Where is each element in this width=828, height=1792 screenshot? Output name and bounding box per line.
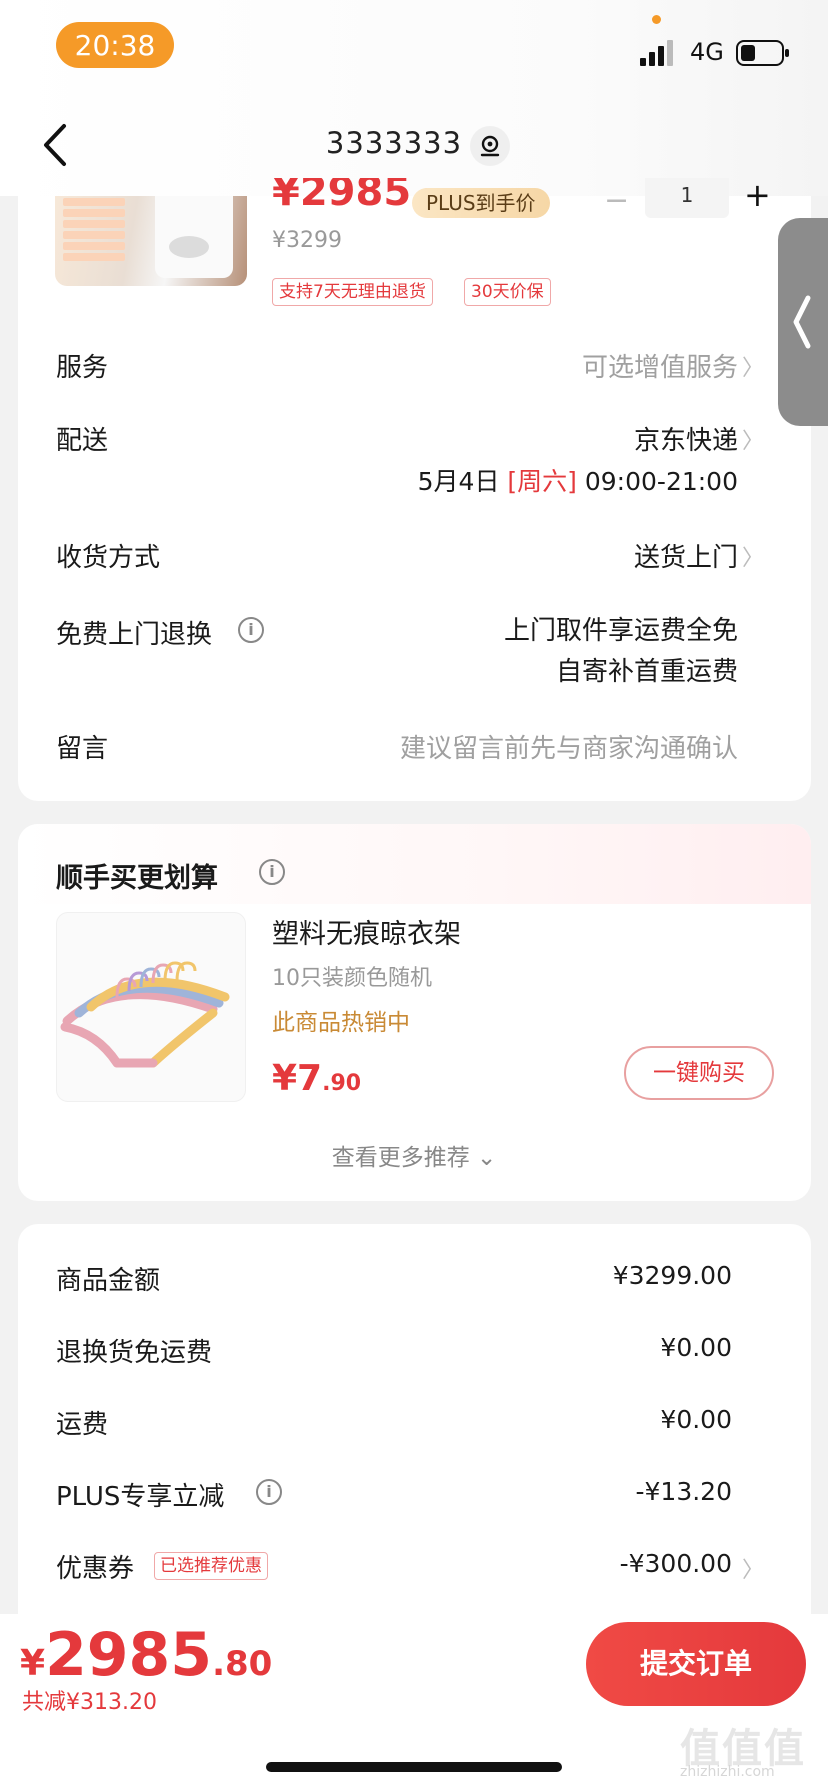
free-return-line2: 自寄补首重运费 xyxy=(555,657,738,687)
delivery-window: 09:00-21:00 xyxy=(584,467,738,496)
quantity-increase-button[interactable]: + xyxy=(744,176,771,214)
recommend-title: 顺手买更划算 xyxy=(56,863,218,894)
status-time: 20:38 xyxy=(56,22,174,68)
message-input[interactable]: 建议留言前先与商家沟通确认 xyxy=(400,728,738,765)
chevron-right-icon: 〉 xyxy=(741,429,764,454)
plus-price-badge: PLUS到手价 xyxy=(412,188,550,218)
product-price: ¥2985.8 xyxy=(272,178,435,215)
summary-label: 商品金额 xyxy=(56,1266,161,1296)
message-label: 留言 xyxy=(56,734,109,764)
recommend-product-name[interactable]: 塑料无痕晾衣架 xyxy=(272,912,461,951)
delivery-label: 配送 xyxy=(56,426,109,456)
recording-indicator-icon xyxy=(652,15,661,24)
chevron-right-icon: 〉 xyxy=(741,1558,764,1583)
service-label: 服务 xyxy=(56,353,109,383)
home-indicator[interactable] xyxy=(266,1762,562,1772)
product-thumbnail[interactable] xyxy=(55,196,247,286)
delivery-date: 5月4日 xyxy=(417,467,500,496)
one-click-buy-button[interactable]: 一键购买 xyxy=(624,1046,774,1100)
delivery-carrier[interactable]: 京东快递 xyxy=(634,420,738,457)
summary-label: 退换货免运费 xyxy=(56,1338,213,1368)
chevron-left-icon xyxy=(793,295,811,349)
summary-value: ¥0.00 xyxy=(660,1405,732,1434)
free-return-label: 免费上门退换 xyxy=(56,620,213,650)
receive-method-label: 收货方式 xyxy=(56,543,161,573)
more-recommendations-link[interactable]: 查看更多推荐 ⌄ xyxy=(0,1138,828,1172)
total-price: ¥2985.80 xyxy=(20,1620,273,1690)
signal-icon xyxy=(640,40,673,66)
info-icon[interactable]: i xyxy=(259,859,285,885)
side-drawer-handle[interactable] xyxy=(778,218,828,426)
quantity-input[interactable]: 1 xyxy=(645,178,729,218)
recommend-product-spec: 10只装颜色随机 xyxy=(272,966,432,991)
info-icon[interactable]: i xyxy=(256,1479,282,1505)
submit-order-button[interactable]: 提交订单 xyxy=(586,1622,806,1706)
chevron-right-icon: 〉 xyxy=(741,356,764,381)
price-protect-tag: 30天价保 xyxy=(464,278,551,306)
chevron-right-icon: 〉 xyxy=(741,546,764,571)
return-policy-tag: 支持7天无理由退货 xyxy=(272,278,433,306)
hanger-product-image[interactable] xyxy=(56,912,246,1102)
free-return-line1: 上门取件享运费全免 xyxy=(503,616,738,646)
summary-label: 运费 xyxy=(56,1410,109,1440)
recommend-hot-label: 此商品热销中 xyxy=(272,1010,410,1036)
coupon-value[interactable]: -¥300.00 xyxy=(620,1549,732,1578)
network-type: 4G xyxy=(690,38,724,66)
recommend-product-price: ¥7.90 xyxy=(272,1058,362,1099)
coupon-label: 优惠券 xyxy=(56,1554,135,1584)
page-title: 3333333 xyxy=(325,126,463,160)
original-price: ¥3299 xyxy=(272,228,342,253)
battery-icon xyxy=(736,40,789,66)
location-button[interactable] xyxy=(470,126,510,166)
coupon-selected-tag: 已选推荐优惠 xyxy=(154,1552,268,1580)
service-value[interactable]: 可选增值服务 xyxy=(582,347,738,384)
summary-label: PLUS专享立减 xyxy=(56,1482,225,1512)
location-pin-icon xyxy=(480,135,500,157)
delivery-time[interactable]: 5月4日 [周六] 09:00-21:00 xyxy=(418,462,738,498)
receive-method-value[interactable]: 送货上门 xyxy=(634,537,738,574)
watermark-site: zhizhizhi.com xyxy=(680,1764,775,1780)
delivery-weekday: [周六] xyxy=(507,467,577,496)
plus-discount-value: -¥13.20 xyxy=(635,1477,733,1506)
quantity-decrease-button[interactable]: − xyxy=(604,183,629,218)
summary-value: ¥0.00 xyxy=(660,1333,732,1362)
total-saved: 共减¥313.20 xyxy=(22,1690,157,1715)
summary-value: ¥3299.00 xyxy=(612,1261,732,1290)
info-icon[interactable]: i xyxy=(238,617,264,643)
